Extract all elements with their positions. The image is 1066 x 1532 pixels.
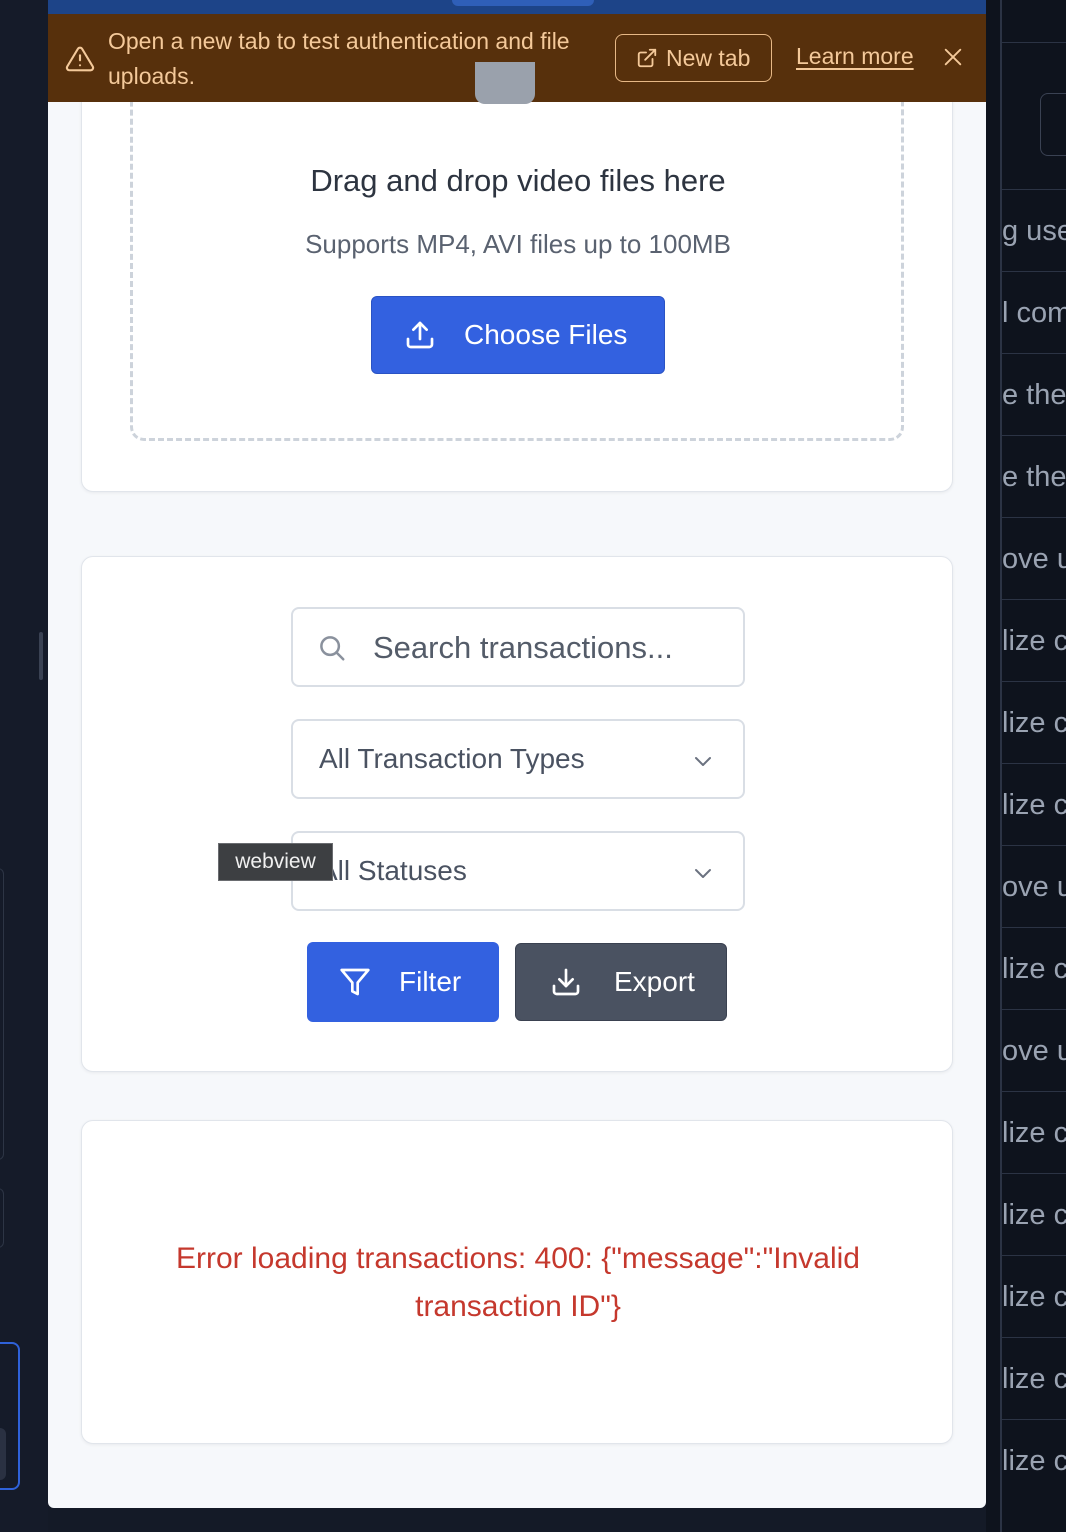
search-input[interactable] — [373, 623, 723, 673]
search-icon — [320, 636, 345, 661]
upload-card: Drag and drop video files here Supports … — [81, 60, 953, 492]
error-message: Error loading transactions: 400: {"messa… — [176, 1242, 860, 1323]
filter-card: All Transaction Types All Statuses Filte… — [81, 556, 953, 1072]
background-panel-button — [0, 1428, 6, 1480]
download-icon — [552, 968, 580, 996]
divider — [1002, 42, 1066, 43]
background-list-item: lize c — [1002, 1419, 1066, 1501]
background-list-item: g use — [1002, 189, 1066, 271]
transaction-type-select[interactable]: All Transaction Types — [291, 719, 745, 799]
webview-tooltip: webview — [218, 843, 333, 881]
export-button[interactable]: Export — [515, 943, 727, 1021]
close-icon[interactable] — [942, 46, 964, 68]
webview: Open a new tab to test authentication an… — [48, 0, 986, 1508]
resize-handle[interactable] — [39, 632, 43, 680]
filter-button[interactable]: Filter — [307, 942, 499, 1022]
background-list-item: lize c — [1002, 1255, 1066, 1337]
warning-icon — [65, 46, 95, 72]
background-list-item: e the — [1002, 435, 1066, 517]
chevron-down-icon — [695, 757, 711, 766]
transaction-type-value: All Transaction Types — [319, 743, 585, 774]
status-value: All Statuses — [319, 855, 467, 886]
background-list-item: ove u — [1002, 1009, 1066, 1091]
background-panel-box — [0, 868, 4, 1160]
webview-active-tab — [452, 0, 594, 6]
left-background-panel — [0, 0, 48, 1532]
choose-files-button[interactable]: Choose Files — [371, 296, 665, 374]
dropzone-subtitle: Supports MP4, AVI files up to 100MB — [305, 229, 731, 259]
export-label: Export — [614, 966, 695, 997]
background-list-item: lize c — [1002, 1337, 1066, 1419]
external-link-icon — [637, 48, 657, 68]
filter-label: Filter — [399, 966, 462, 997]
background-list-item: ove u — [1002, 845, 1066, 927]
background-panel-box — [0, 1188, 4, 1248]
background-list-item: lize c — [1002, 763, 1066, 845]
learn-more-link[interactable]: Learn more — [796, 43, 914, 70]
status-select[interactable]: All Statuses — [291, 831, 745, 911]
background-list: g use l com e the e the ove u lize c lize c liz… — [1002, 189, 1066, 1501]
background-list-item: lize c — [1002, 599, 1066, 681]
upload-icon — [406, 321, 434, 349]
background-list-item: lize c — [1002, 927, 1066, 1009]
background-list-item: lize c — [1002, 1173, 1066, 1255]
background-list-item: e the — [1002, 353, 1066, 435]
background-input — [1040, 93, 1066, 156]
background-list-item: ove u — [1002, 517, 1066, 599]
new-tab-label: New tab — [666, 44, 751, 71]
dropzone-title: Drag and drop video files here — [310, 163, 726, 198]
choose-files-label: Choose Files — [464, 319, 628, 350]
new-tab-button[interactable]: New tab — [615, 34, 772, 82]
chevron-down-icon — [695, 869, 711, 878]
video-icon — [475, 62, 535, 104]
background-list-item: l com — [1002, 271, 1066, 353]
background-list-item: lize c — [1002, 681, 1066, 763]
filter-icon — [340, 968, 370, 996]
background-list-item: lize c — [1002, 1091, 1066, 1173]
transactions-card: Error loading transactions: 400: {"messa… — [81, 1120, 953, 1444]
search-field[interactable] — [291, 607, 745, 687]
